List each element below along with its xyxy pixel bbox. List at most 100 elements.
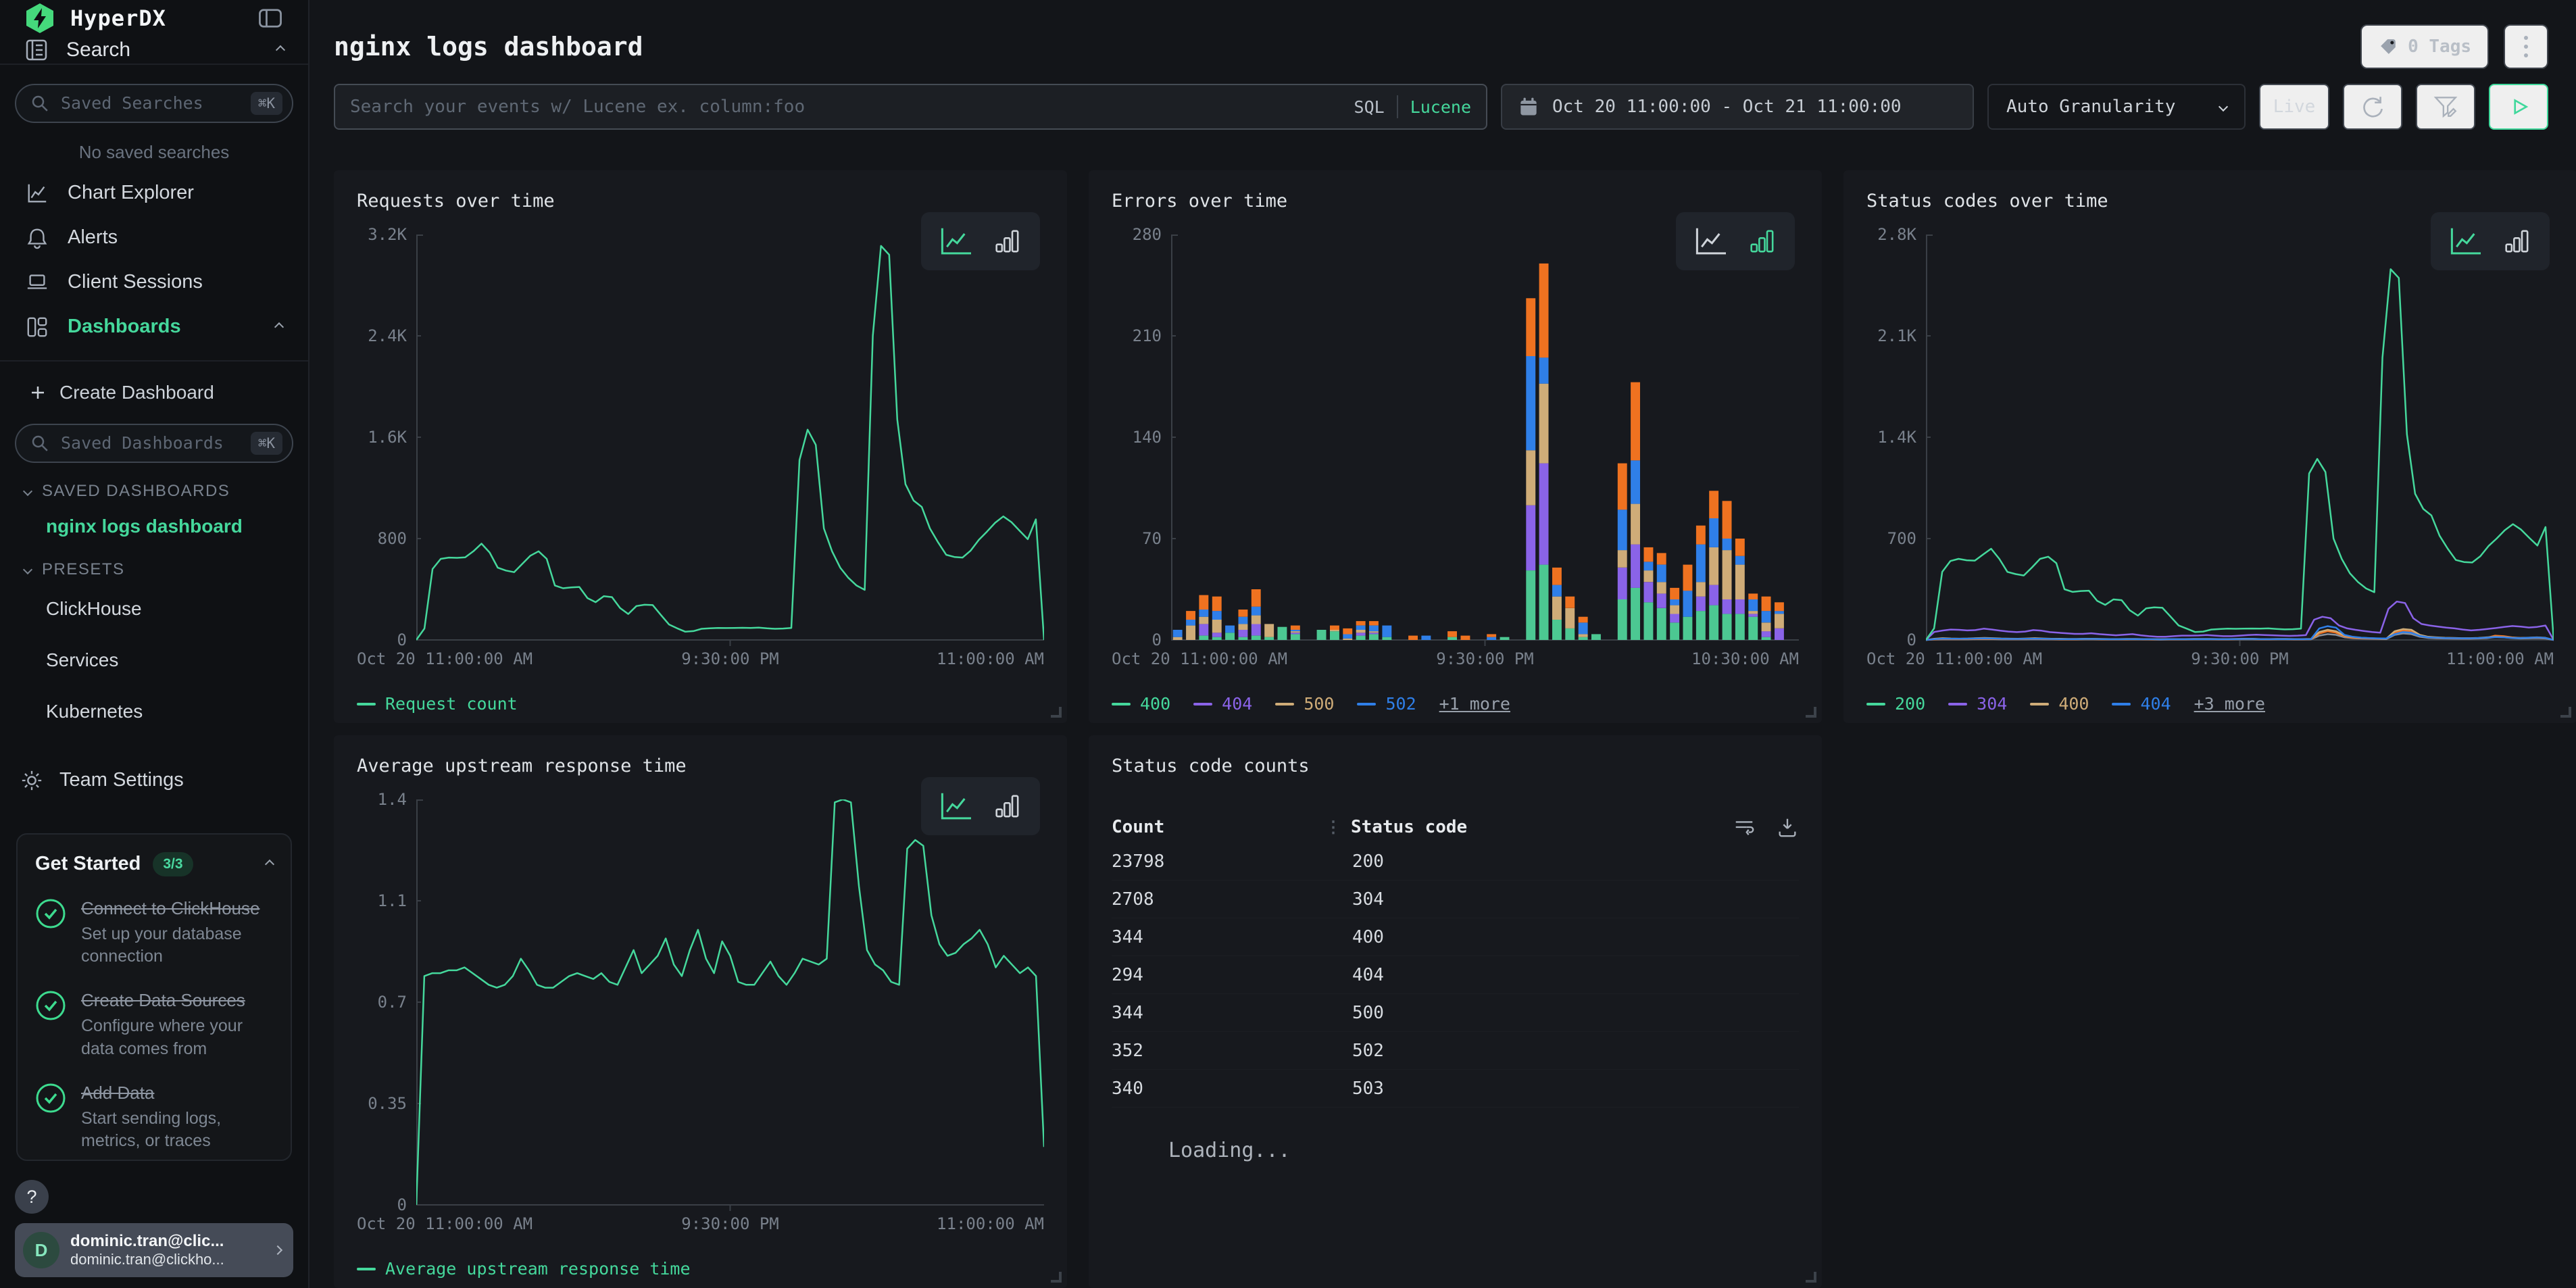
bar-segment-500[interactable] — [1369, 631, 1379, 633]
sidebar-link-nginx-dashboard[interactable]: nginx logs dashboard — [15, 516, 293, 537]
sidebar-item-search[interactable]: Search — [0, 36, 308, 65]
bar-segment-500[interactable] — [1723, 550, 1732, 599]
bar-segment-400[interactable] — [1762, 637, 1771, 640]
sidebar-item-team-settings[interactable]: Team Settings — [15, 756, 293, 805]
bar-segment-503[interactable] — [1239, 610, 1248, 617]
refresh-button[interactable] — [2343, 84, 2402, 130]
bar-segment-503[interactable] — [1644, 547, 1654, 562]
bar-segment-400[interactable] — [1539, 565, 1549, 640]
column-header-status-code[interactable]: Status code — [1351, 817, 1467, 837]
tags-button[interactable]: 0 Tags — [2360, 24, 2489, 69]
saved-searches-field[interactable] — [61, 93, 240, 113]
bar-segment-500[interactable] — [1709, 547, 1718, 585]
bar-segment-400[interactable] — [1199, 636, 1208, 640]
bar-segment-502[interactable] — [1748, 599, 1758, 611]
bar-segment-503[interactable] — [1723, 501, 1732, 539]
bar-segment-502[interactable] — [1644, 562, 1654, 570]
bar-view-icon[interactable] — [993, 792, 1022, 820]
bar-view-icon[interactable] — [993, 227, 1022, 255]
legend-item[interactable]: Average upstream response time — [357, 1259, 691, 1279]
bar-segment-500[interactable] — [1631, 504, 1640, 545]
legend-item[interactable]: 404 — [1193, 694, 1252, 714]
filter-button[interactable] — [2416, 84, 2475, 130]
create-dashboard-button[interactable]: Create Dashboard — [15, 371, 293, 414]
download-icon[interactable] — [1776, 816, 1799, 839]
bar-segment-502[interactable] — [1670, 599, 1679, 605]
bar-segment-502[interactable] — [1762, 611, 1771, 622]
bar-segment-400[interactable] — [1447, 637, 1457, 640]
bar-segment-400[interactable] — [1212, 637, 1222, 640]
bar-segment-503[interactable] — [1657, 553, 1666, 564]
bar-segment-503[interactable] — [1762, 597, 1771, 611]
bar-segment-404[interactable] — [1369, 633, 1379, 634]
bar-segment-404[interactable] — [1670, 614, 1679, 622]
bar-segment-503[interactable] — [1735, 539, 1745, 556]
bar-segment-500[interactable] — [1670, 605, 1679, 614]
bar-segment-503[interactable] — [1369, 621, 1379, 625]
tile-resize-handle[interactable] — [1051, 1272, 1062, 1283]
chevron-up-icon[interactable] — [276, 45, 285, 54]
bar-segment-503[interactable] — [1579, 617, 1588, 623]
bar-segment-500[interactable] — [1199, 617, 1208, 624]
event-search-input[interactable] — [350, 97, 1342, 117]
bar-segment-500[interactable] — [1239, 624, 1248, 630]
bar-segment-502[interactable] — [1186, 620, 1195, 626]
bar-segment-503[interactable] — [1252, 589, 1261, 607]
bar-segment-502[interactable] — [1526, 356, 1535, 450]
bar-segment-502[interactable] — [1631, 460, 1640, 503]
chart-type-toggle[interactable] — [921, 212, 1040, 270]
line-chart[interactable] — [1926, 234, 2554, 648]
bar-segment-404[interactable] — [1212, 633, 1222, 637]
bar-segment-503[interactable] — [1356, 621, 1366, 625]
bar-segment-500[interactable] — [1526, 450, 1535, 505]
user-account-row[interactable]: D dominic.tran@clic... dominic.tran@clic… — [15, 1223, 293, 1277]
bar-segment-404[interactable] — [1526, 505, 1535, 570]
event-search-box[interactable]: SQL Lucene — [334, 84, 1487, 130]
bar-segment-500[interactable] — [1291, 631, 1300, 633]
bar-segment-400[interactable] — [1278, 627, 1287, 640]
bar-segment-502[interactable] — [1579, 622, 1588, 634]
run-query-button[interactable] — [2489, 84, 2548, 130]
bar-segment-500[interactable] — [1565, 608, 1575, 628]
bar-segment-503[interactable] — [1461, 636, 1470, 640]
bar-segment-400[interactable] — [1696, 611, 1706, 640]
bar-segment-502[interactable] — [1539, 357, 1549, 384]
bar-segment-400[interactable] — [1369, 634, 1379, 640]
chart-type-toggle[interactable] — [2431, 212, 2550, 270]
bar-segment-502[interactable] — [1291, 630, 1300, 631]
bar-segment-404[interactable] — [1252, 624, 1261, 635]
line-view-icon[interactable] — [939, 791, 973, 821]
table-row[interactable]: 344400 — [1112, 918, 1799, 956]
saved-searches-input[interactable]: ⌘K — [15, 84, 293, 123]
sidebar-collapse-icon[interactable] — [257, 5, 284, 32]
bar-segment-503[interactable] — [1186, 611, 1195, 620]
bar-segment-400[interactable] — [1644, 602, 1654, 640]
bar-segment-503[interactable] — [1343, 628, 1352, 635]
sidebar-link-clickhouse[interactable]: ClickHouse — [15, 598, 293, 620]
bar-segment-503[interactable] — [1526, 298, 1535, 356]
bar-segment-400[interactable] — [1500, 637, 1510, 640]
bar-segment-404[interactable] — [1291, 633, 1300, 634]
bar-segment-500[interactable] — [1748, 611, 1758, 614]
sidebar-link-kubernetes[interactable]: Kubernetes — [15, 701, 293, 722]
bar-segment-500[interactable] — [1539, 384, 1549, 464]
chart-type-toggle[interactable] — [921, 777, 1040, 835]
line-view-icon[interactable] — [2449, 226, 2483, 256]
bar-segment-503[interactable] — [1539, 264, 1549, 357]
bar-segment-404[interactable] — [1775, 628, 1784, 640]
bar-segment-400[interactable] — [1579, 637, 1588, 640]
bar-segment-502[interactable] — [1382, 626, 1391, 637]
bar-segment-502[interactable] — [1552, 585, 1562, 597]
table-row[interactable]: 294404 — [1112, 956, 1799, 994]
bar-segment-503[interactable] — [1291, 626, 1300, 630]
tile-resize-handle[interactable] — [1051, 707, 1062, 718]
bar-segment-502[interactable] — [1723, 539, 1732, 550]
chevron-up-icon[interactable] — [265, 859, 274, 868]
bar-segment-400[interactable] — [1748, 617, 1758, 640]
bar-segment-502[interactable] — [1225, 626, 1235, 633]
line-view-icon[interactable] — [1694, 226, 1728, 256]
bar-segment-500[interactable] — [1356, 630, 1366, 633]
bar-segment-502[interactable] — [1421, 636, 1431, 640]
bar-segment-502[interactable] — [1369, 626, 1379, 632]
bar-segment-502[interactable] — [1343, 634, 1352, 638]
